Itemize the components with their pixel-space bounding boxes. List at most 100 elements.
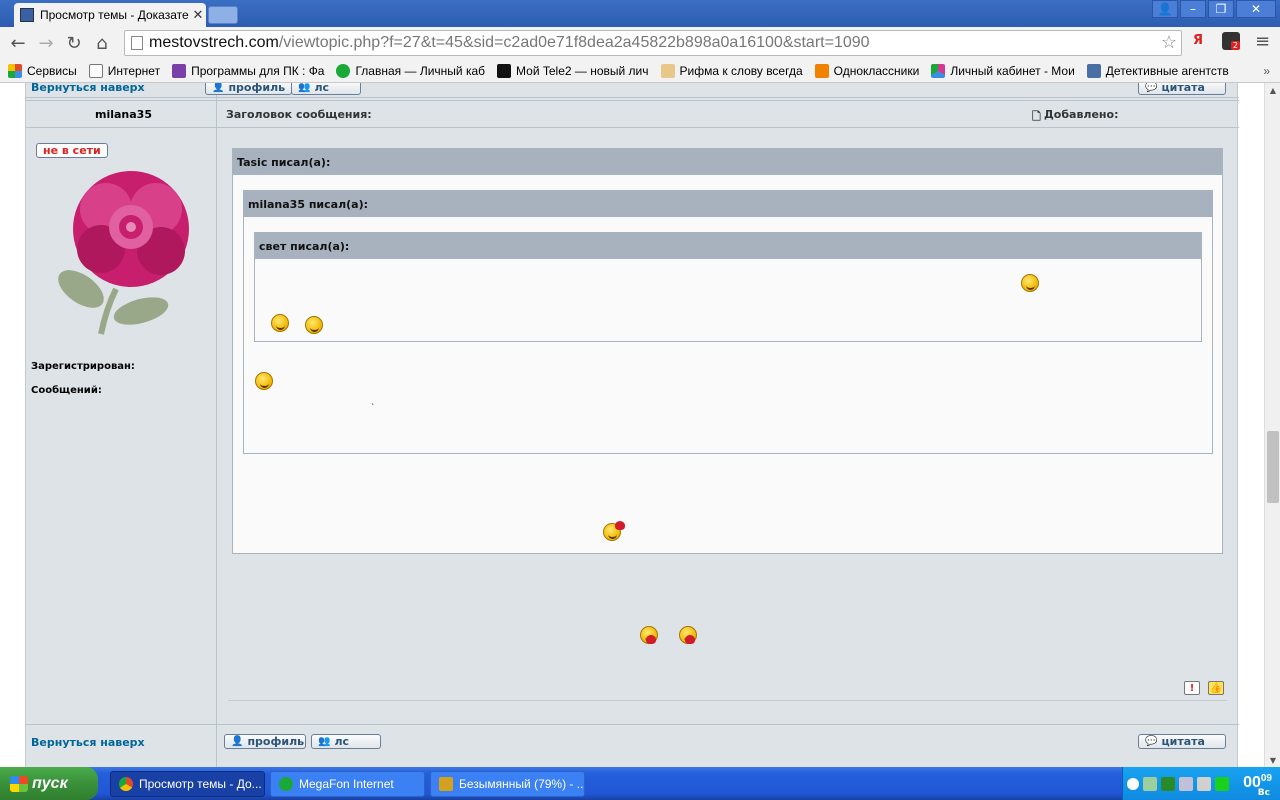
browser-toolbar: ← → ↻ ⌂ mestovstrech.com/viewtopic.php?f… [0,27,1280,59]
bookmark-item[interactable]: Детективные агентств [1086,63,1229,78]
mail-icon [814,63,829,78]
clock-minutes: 09 [1260,773,1272,784]
taskbar-item-browser[interactable]: Просмотр темы - До... [110,771,265,797]
notepad-icon [660,63,675,78]
bookmark-item[interactable]: Одноклассники [814,63,919,78]
paint-icon [439,777,453,791]
heart-icon [646,635,656,644]
language-icon[interactable] [1179,776,1193,791]
profile-button[interactable]: 👤 профиль [224,734,306,749]
title-bar: Просмотр темы - Доказате ✕ 👤 – ❐ ✕ [0,0,1280,27]
scroll-down-arrow-icon[interactable]: ▼ [1265,753,1280,767]
url-path: /viewtopic.php?f=27&t=45&sid=c2ad0e71f8d… [278,34,870,51]
bookmark-item[interactable]: Рифма к слову всегда [660,63,803,78]
rate-button[interactable]: 👍 [1208,681,1224,695]
site-icon [172,63,187,78]
reload-icon[interactable]: ↻ [60,29,88,57]
registered-label: Зарегистрирован: [31,361,135,372]
app-tray-icon[interactable] [1215,776,1229,791]
yandex-extension-icon[interactable]: Я [1193,33,1203,48]
pm-icon: 👥 [318,736,331,747]
bookmark-item[interactable]: Главная — Личный каб [336,63,485,78]
pm-button[interactable]: 👥 лс [291,83,361,95]
back-arrow-icon[interactable]: ← [4,29,32,57]
bookmarks-bar: Сервисы Интернет Программы для ПК : Фа Г… [0,59,1280,83]
window-controls: 👤 – ❐ ✕ [1152,0,1276,18]
divider [26,100,1239,101]
divider [26,97,1239,98]
posts-count-label: Сообщений: [31,385,102,396]
stray-char: ` [371,403,375,412]
taskbar-item-megafon[interactable]: MegaFon Internet [270,771,425,797]
more-bookmarks-icon[interactable]: » [1263,64,1270,78]
quote-icon: 💬 [1145,83,1158,93]
status-badge: не в сети [36,143,108,158]
post-author[interactable]: milana35 [95,108,152,121]
forward-arrow-icon[interactable]: → [32,29,60,57]
tray-expand-icon[interactable] [1127,777,1139,790]
heart-icon [685,635,695,644]
site-icon [931,63,946,78]
menu-icon[interactable]: ≡ [1255,31,1270,52]
quote-header: свет писал(а): [255,233,1201,259]
tele2-icon [497,63,512,78]
address-bar[interactable]: mestovstrech.com/viewtopic.php?f=27&t=45… [124,30,1182,56]
bookmark-item[interactable]: Сервисы [8,63,77,78]
quote-button[interactable]: 💬 цитата [1138,734,1226,749]
quote-button[interactable]: 💬 цитата [1138,83,1226,95]
subject-label: Заголовок сообщения: [226,108,372,121]
grin-smiley-icon [305,316,323,334]
user-icon[interactable]: 👤 [1152,0,1178,18]
network-icon[interactable] [1143,776,1157,791]
divider [26,127,1239,128]
scroll-thumb[interactable] [1267,431,1279,503]
extension-icon[interactable]: 2 [1222,32,1240,50]
bookmark-item[interactable]: Программы для ПК : Фа [172,63,324,78]
added-label: Добавлено: [1044,108,1119,121]
cursor-icon [1086,63,1101,78]
system-tray: 0009 Вс [1122,767,1280,800]
forum-post-table: Вернуться наверх 👤 профиль 👥 лс 💬 цитата mi… [25,83,1239,767]
report-button[interactable]: ! [1184,681,1200,695]
home-icon[interactable]: ⌂ [88,29,116,57]
bookmark-item[interactable]: Интернет [88,63,160,78]
tab-close-icon[interactable]: ✕ [190,8,206,23]
pm-icon: 👥 [298,83,311,93]
bookmark-star-icon[interactable]: ☆ [1161,32,1177,53]
profile-button[interactable]: 👤 профиль [205,83,293,95]
apps-icon [8,63,22,78]
vertical-scrollbar[interactable]: ▲ ▼ [1264,83,1280,767]
quote-header: Tasic писал(а): [233,149,1222,175]
page-icon [88,63,103,78]
scroll-up-arrow-icon[interactable]: ▲ [1265,83,1280,97]
divider [228,700,1227,701]
extension-badge: 2 [1230,41,1240,50]
quote-header: milana35 писал(а): [244,191,1212,217]
megafon-icon [336,63,351,78]
minimize-button[interactable]: – [1180,0,1206,18]
new-tab-button[interactable] [208,6,238,24]
profile-icon: 👤 [231,736,244,747]
browser-tab[interactable]: Просмотр темы - Доказате ✕ [14,3,206,27]
chrome-icon [119,777,133,791]
restore-button[interactable]: ❐ [1208,0,1234,18]
signal-icon[interactable] [1161,776,1175,791]
taskbar-item-paint[interactable]: Безымянный (79%) - ... [430,771,585,797]
pm-button[interactable]: 👥 лс [311,734,381,749]
page-viewport: Вернуться наверх 👤 профиль 👥 лс 💬 цитата mi… [0,83,1264,767]
bookmark-item[interactable]: Мой Tele2 — новый лич [497,63,649,78]
back-to-top-link[interactable]: Вернуться наверх [31,83,145,94]
heart-icon [615,521,625,530]
divider [26,724,1239,725]
close-window-button[interactable]: ✕ [1236,0,1276,18]
quote-icon: 💬 [1145,736,1158,747]
profile-icon: 👤 [212,83,225,93]
safely-remove-icon[interactable] [1197,776,1211,791]
bookmark-item[interactable]: Личный кабинет - Мои [931,63,1075,78]
back-to-top-link[interactable]: Вернуться наверх [31,736,145,749]
start-button[interactable]: пуск [0,767,98,800]
url-host: mestovstrech.com [149,34,279,51]
taskbar: пуск Просмотр темы - До... MegaFon Inter… [0,767,1280,800]
quote-block: свет писал(а): [254,232,1202,342]
post-added-icon: 🗋 [1032,110,1041,123]
